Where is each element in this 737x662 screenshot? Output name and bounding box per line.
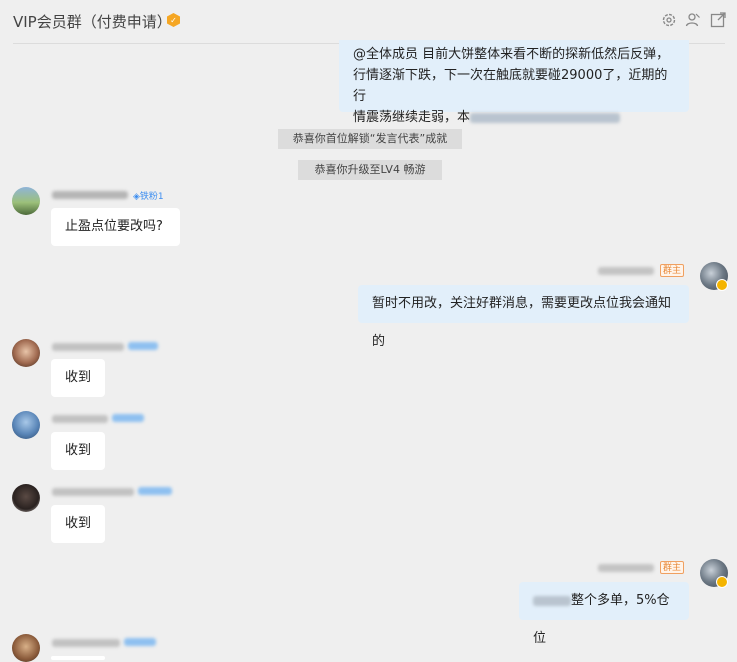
avatar[interactable] [12,339,40,367]
message-text: 暂时不用改，关注好群消息，需要更改点位我会通知的 [372,296,672,349]
settings-icon[interactable] [661,12,677,28]
avatar[interactable] [12,634,40,662]
popout-icon[interactable] [710,12,726,28]
announcement-line-1: @全体成员 目前大饼整体来看不断的探新低然后反弹， [353,47,670,62]
message-bubble[interactable]: 止盈点位要改吗? [51,208,180,246]
sender-name [52,191,128,199]
members-icon[interactable] [685,12,701,28]
fan-badge [112,414,144,422]
svg-text:✓: ✓ [170,16,177,25]
owner-crown-icon [716,576,728,588]
message-bubble[interactable]: 暂时不用改，关注好群消息，需要更改点位我会通知的 [358,285,689,349]
announcement-line-3: 情震荡继续走弱，本 [353,107,675,128]
message-bubble[interactable] [51,656,105,660]
notice-level-up: 恭喜你升级至LV4 畅游 [298,160,442,180]
message-bubble[interactable]: 收到 [51,432,105,470]
sender-name [598,267,654,275]
sender-name [52,415,108,423]
group-title: VIP会员群（付费申请） [13,13,172,31]
avatar[interactable] [12,411,40,439]
fan-badge [138,487,172,495]
fan-badge [128,342,158,350]
announcement-line-2: 行情逐渐下跌，下一次在触底就要碰29000了，近期的行 [353,68,668,104]
sender-name [52,488,134,496]
sender-name [598,564,654,572]
message-text: 止盈点位要改吗? [65,219,163,234]
avatar[interactable] [12,187,40,215]
notice-achievement: 恭喜你首位解锁“发言代表”成就 [278,129,462,149]
owner-crown-icon [716,279,728,291]
message-text: 收到 [65,443,92,458]
owner-tag: 群主 [660,561,684,574]
redacted-text [533,595,571,606]
sender-name [52,343,124,351]
announcement-bubble[interactable]: @全体成员 目前大饼整体来看不断的探新低然后反弹， 行情逐渐下跌，下一次在触底就… [339,40,689,125]
redacted-text [470,112,621,123]
sender-name [52,639,120,647]
vip-badge-icon: ✓ [167,13,180,27]
message-bubble[interactable]: 整个多单，5%仓位 [519,582,689,646]
message-bubble[interactable]: 收到 [51,505,105,543]
owner-tag: 群主 [660,264,684,277]
message-bubble[interactable]: 收到 [51,359,105,397]
message-text: 收到 [65,516,92,531]
message-text: 收到 [65,370,92,385]
chat-header: VIP会员群（付费申请） ✓ [0,0,737,44]
avatar[interactable] [12,484,40,512]
fan-badge [124,638,156,646]
fan-badge: ◈铁粉1 [133,192,164,202]
